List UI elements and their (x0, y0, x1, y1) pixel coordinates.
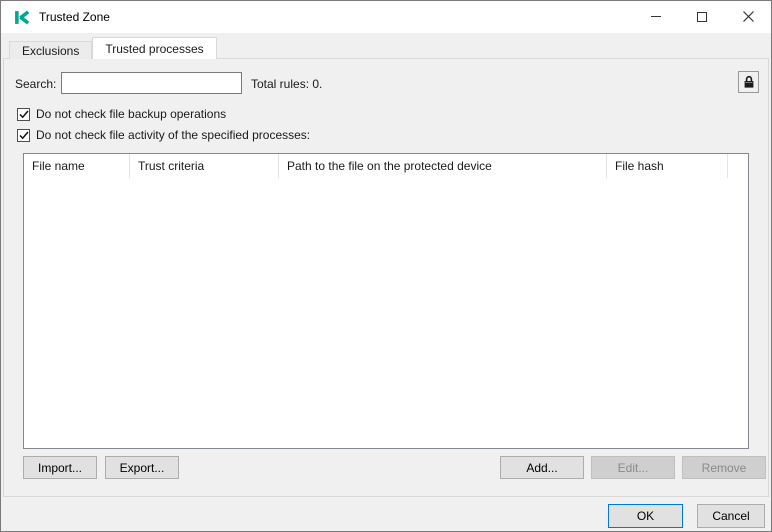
trusted-processes-table: File name Trust criteria Path to the fil… (23, 153, 749, 449)
option-row-file-activity: Do not check file activity of the specif… (17, 128, 310, 142)
checkmark-icon (19, 131, 29, 140)
title-bar: Trusted Zone (1, 1, 771, 33)
window-title: Trusted Zone (39, 10, 110, 24)
minimize-button[interactable] (633, 1, 679, 32)
edit-button[interactable]: Edit... (591, 456, 675, 479)
maximize-icon (697, 12, 707, 22)
checkbox-backup-operations-label: Do not check file backup operations (36, 107, 226, 121)
table-body-empty[interactable] (24, 178, 748, 448)
column-header-spacer (728, 154, 748, 178)
ok-button[interactable]: OK (608, 504, 683, 528)
checkmark-icon (19, 110, 29, 119)
column-header-file-name[interactable]: File name (24, 154, 130, 178)
close-button[interactable] (725, 1, 771, 32)
tab-trusted-processes-label: Trusted processes (105, 42, 203, 56)
padlock-icon (743, 75, 755, 89)
column-header-trust-criteria[interactable]: Trust criteria (130, 154, 279, 178)
checkbox-file-activity-label: Do not check file activity of the specif… (36, 128, 310, 142)
tab-exclusions-label: Exclusions (22, 44, 79, 58)
export-button[interactable]: Export... (105, 456, 179, 479)
checkbox-backup-operations[interactable] (17, 108, 30, 121)
lock-button[interactable] (738, 71, 759, 93)
remove-button[interactable]: Remove (682, 456, 766, 479)
cancel-button[interactable]: Cancel (697, 504, 765, 528)
tab-exclusions[interactable]: Exclusions (9, 41, 92, 59)
search-label: Search: (15, 77, 56, 91)
import-button[interactable]: Import... (23, 456, 97, 479)
add-button[interactable]: Add... (500, 456, 584, 479)
table-header: File name Trust criteria Path to the fil… (24, 154, 748, 178)
trusted-zone-dialog: Trusted Zone Exclusions Trusted processe… (0, 0, 772, 532)
kaspersky-logo-icon (14, 9, 31, 26)
option-row-backup: Do not check file backup operations (17, 107, 226, 121)
tab-strip: Exclusions Trusted processes (9, 37, 217, 59)
column-header-file-hash[interactable]: File hash (607, 154, 728, 178)
checkbox-file-activity[interactable] (17, 129, 30, 142)
search-input[interactable] (61, 72, 242, 94)
column-header-path[interactable]: Path to the file on the protected device (279, 154, 607, 178)
minimize-icon (651, 16, 661, 17)
maximize-button[interactable] (679, 1, 725, 32)
close-icon (743, 11, 754, 22)
total-rules-text: Total rules: 0. (251, 77, 322, 91)
tab-trusted-processes[interactable]: Trusted processes (92, 37, 216, 59)
